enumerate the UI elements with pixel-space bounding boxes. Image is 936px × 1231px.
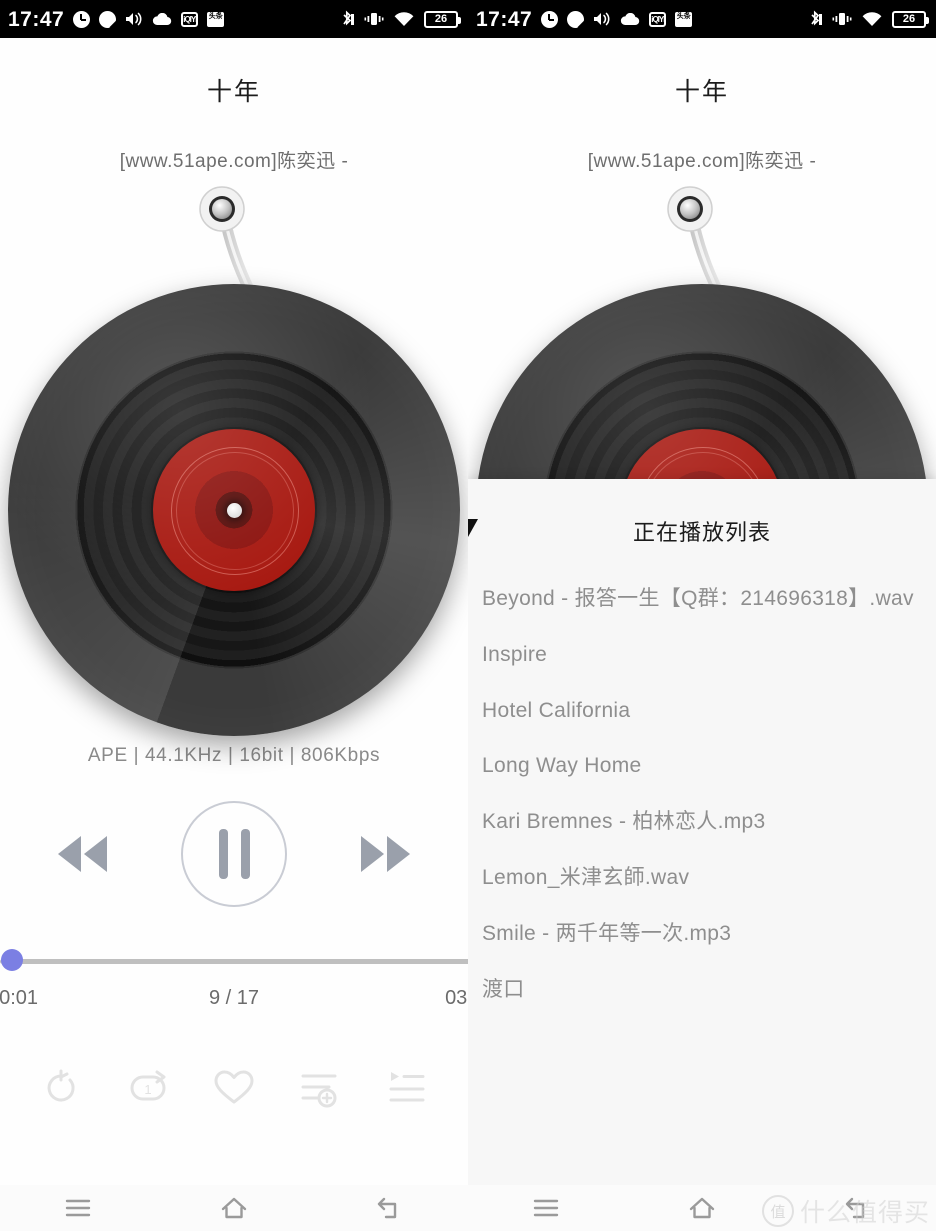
status-bar-left-2: 17:47 iQIYI 头条 bbox=[474, 7, 693, 31]
volume-icon bbox=[593, 11, 611, 27]
total-time: 03:2 bbox=[445, 987, 468, 1009]
cloud-icon bbox=[620, 12, 640, 26]
cloud-icon bbox=[152, 12, 172, 26]
left-pane-player: 17:47 iQIYI 头条 26 十年 [www.51ape.com]陈奕迅 … bbox=[0, 0, 468, 1231]
add-to-playlist-button[interactable] bbox=[294, 1061, 348, 1115]
transport-controls bbox=[0, 801, 468, 907]
list-item[interactable]: Hotel California bbox=[468, 683, 936, 739]
playlist-button[interactable] bbox=[380, 1061, 434, 1115]
sleep-timer-button[interactable] bbox=[34, 1061, 88, 1115]
menu-icon bbox=[533, 1199, 559, 1217]
wifi-icon bbox=[394, 11, 414, 27]
status-bar-clock: 17:47 bbox=[8, 7, 65, 31]
now-playing-list-overlay: 正在播放列表 Beyond - 报答一生【Q群：214696318】.wav I… bbox=[468, 479, 936, 1231]
nav-menu-button[interactable] bbox=[516, 1188, 576, 1228]
previous-icon bbox=[58, 836, 107, 872]
svg-text:1: 1 bbox=[144, 1082, 151, 1097]
repeat-one-icon: 1 bbox=[130, 1070, 165, 1101]
seek-thumb[interactable] bbox=[1, 949, 23, 971]
repeat-one-button[interactable]: 1 bbox=[121, 1061, 175, 1115]
nav-back-button[interactable] bbox=[360, 1188, 420, 1228]
song-artist: [www.51ape.com]陈奕迅 - bbox=[119, 151, 349, 172]
seek-track[interactable] bbox=[0, 959, 468, 964]
bluetooth-icon bbox=[341, 10, 354, 29]
record-spindle bbox=[226, 502, 242, 518]
add-to-playlist-icon bbox=[301, 1074, 336, 1108]
favorite-button[interactable] bbox=[207, 1061, 261, 1115]
toutiao-icon: 头条 bbox=[675, 11, 693, 27]
watermark-text: 什么值得买 bbox=[799, 1199, 930, 1227]
audio-format-info: APE | 44.1KHz | 16bit | 806Kbps bbox=[87, 745, 381, 766]
seek-bar[interactable] bbox=[0, 949, 468, 971]
qq-music-icon bbox=[567, 10, 585, 28]
vibrate-icon bbox=[832, 11, 852, 27]
site-watermark: 值 什么值得买 bbox=[761, 1193, 930, 1229]
clock-icon bbox=[541, 10, 559, 28]
menu-icon bbox=[65, 1199, 91, 1217]
vinyl-record bbox=[8, 284, 460, 736]
play-pause-button[interactable] bbox=[181, 801, 287, 907]
iqiyi-icon: iQIYI bbox=[181, 11, 199, 27]
song-artist: [www.51ape.com]陈奕迅 - bbox=[587, 151, 817, 172]
list-item[interactable]: Inspire bbox=[468, 627, 936, 683]
battery-icon: 26 bbox=[892, 10, 929, 28]
status-bar-left: 17:47 iQIYI 头条 bbox=[6, 7, 225, 31]
album-art-vinyl bbox=[0, 179, 468, 739]
home-icon bbox=[221, 1197, 247, 1219]
dual-pane-screenshot: 17:47 iQIYI 头条 26 十年 [www.51ape.com]陈奕迅 … bbox=[0, 0, 936, 1231]
battery-icon: 26 bbox=[424, 10, 461, 28]
list-item[interactable]: 渡口 bbox=[468, 962, 936, 1018]
nav-home-button[interactable] bbox=[204, 1188, 264, 1228]
next-track-button[interactable] bbox=[353, 828, 417, 880]
next-icon bbox=[361, 836, 410, 872]
status-bar: 17:47 iQIYI 头条 26 bbox=[0, 0, 468, 38]
right-pane-playlist: 17:47 iQIYI 头条 26 十年 [www.51ape.com]陈奕迅 … bbox=[468, 0, 936, 1231]
back-icon bbox=[377, 1197, 397, 1219]
clock-icon bbox=[73, 10, 91, 28]
list-item[interactable]: Beyond - 报答一生【Q群：214696318】.wav bbox=[468, 571, 936, 627]
favorite-heart-icon bbox=[214, 1070, 254, 1104]
bluetooth-icon bbox=[809, 10, 822, 29]
iqiyi-icon: iQIYI bbox=[649, 11, 667, 27]
list-item[interactable]: Kari Bremnes - 柏林恋人.mp3 bbox=[468, 794, 936, 850]
system-nav-bar bbox=[0, 1185, 468, 1231]
playlist-icon bbox=[389, 1072, 425, 1102]
nav-home-button[interactable] bbox=[672, 1188, 732, 1228]
previous-track-button[interactable] bbox=[51, 828, 115, 880]
player-options-row: 1 bbox=[0, 1061, 468, 1115]
home-icon bbox=[689, 1197, 715, 1219]
wifi-icon bbox=[862, 11, 882, 27]
vibrate-icon bbox=[364, 11, 384, 27]
song-title: 十年 bbox=[674, 78, 729, 106]
overlay-title: 正在播放列表 bbox=[632, 520, 771, 545]
song-title: 十年 bbox=[206, 78, 261, 106]
time-row: 00:01 9 / 17 03:2 bbox=[0, 987, 468, 1015]
volume-icon bbox=[125, 11, 143, 27]
watermark-badge-icon: 值 bbox=[761, 1195, 794, 1227]
record-label bbox=[153, 429, 315, 591]
list-item[interactable]: Long Way Home bbox=[468, 738, 936, 794]
status-bar-right-pane: 17:47 iQIYI 头条 26 bbox=[468, 0, 936, 38]
playlist-items: Beyond - 报答一生【Q群：214696318】.wav Inspire … bbox=[468, 571, 936, 1018]
status-bar-clock-2: 17:47 bbox=[476, 7, 533, 31]
track-index: 9 / 17 bbox=[208, 987, 260, 1009]
status-bar-right-2: 26 bbox=[809, 10, 930, 29]
nav-menu-button[interactable] bbox=[48, 1188, 108, 1228]
status-bar-right: 26 bbox=[341, 10, 462, 29]
toutiao-icon: 头条 bbox=[207, 11, 225, 27]
pause-icon bbox=[218, 829, 250, 879]
list-item[interactable]: Lemon_米津玄師.wav bbox=[468, 850, 936, 906]
list-item[interactable]: Smile - 两千年等一次.mp3 bbox=[468, 906, 936, 962]
qq-music-icon bbox=[99, 10, 117, 28]
sleep-timer-icon bbox=[47, 1069, 75, 1102]
